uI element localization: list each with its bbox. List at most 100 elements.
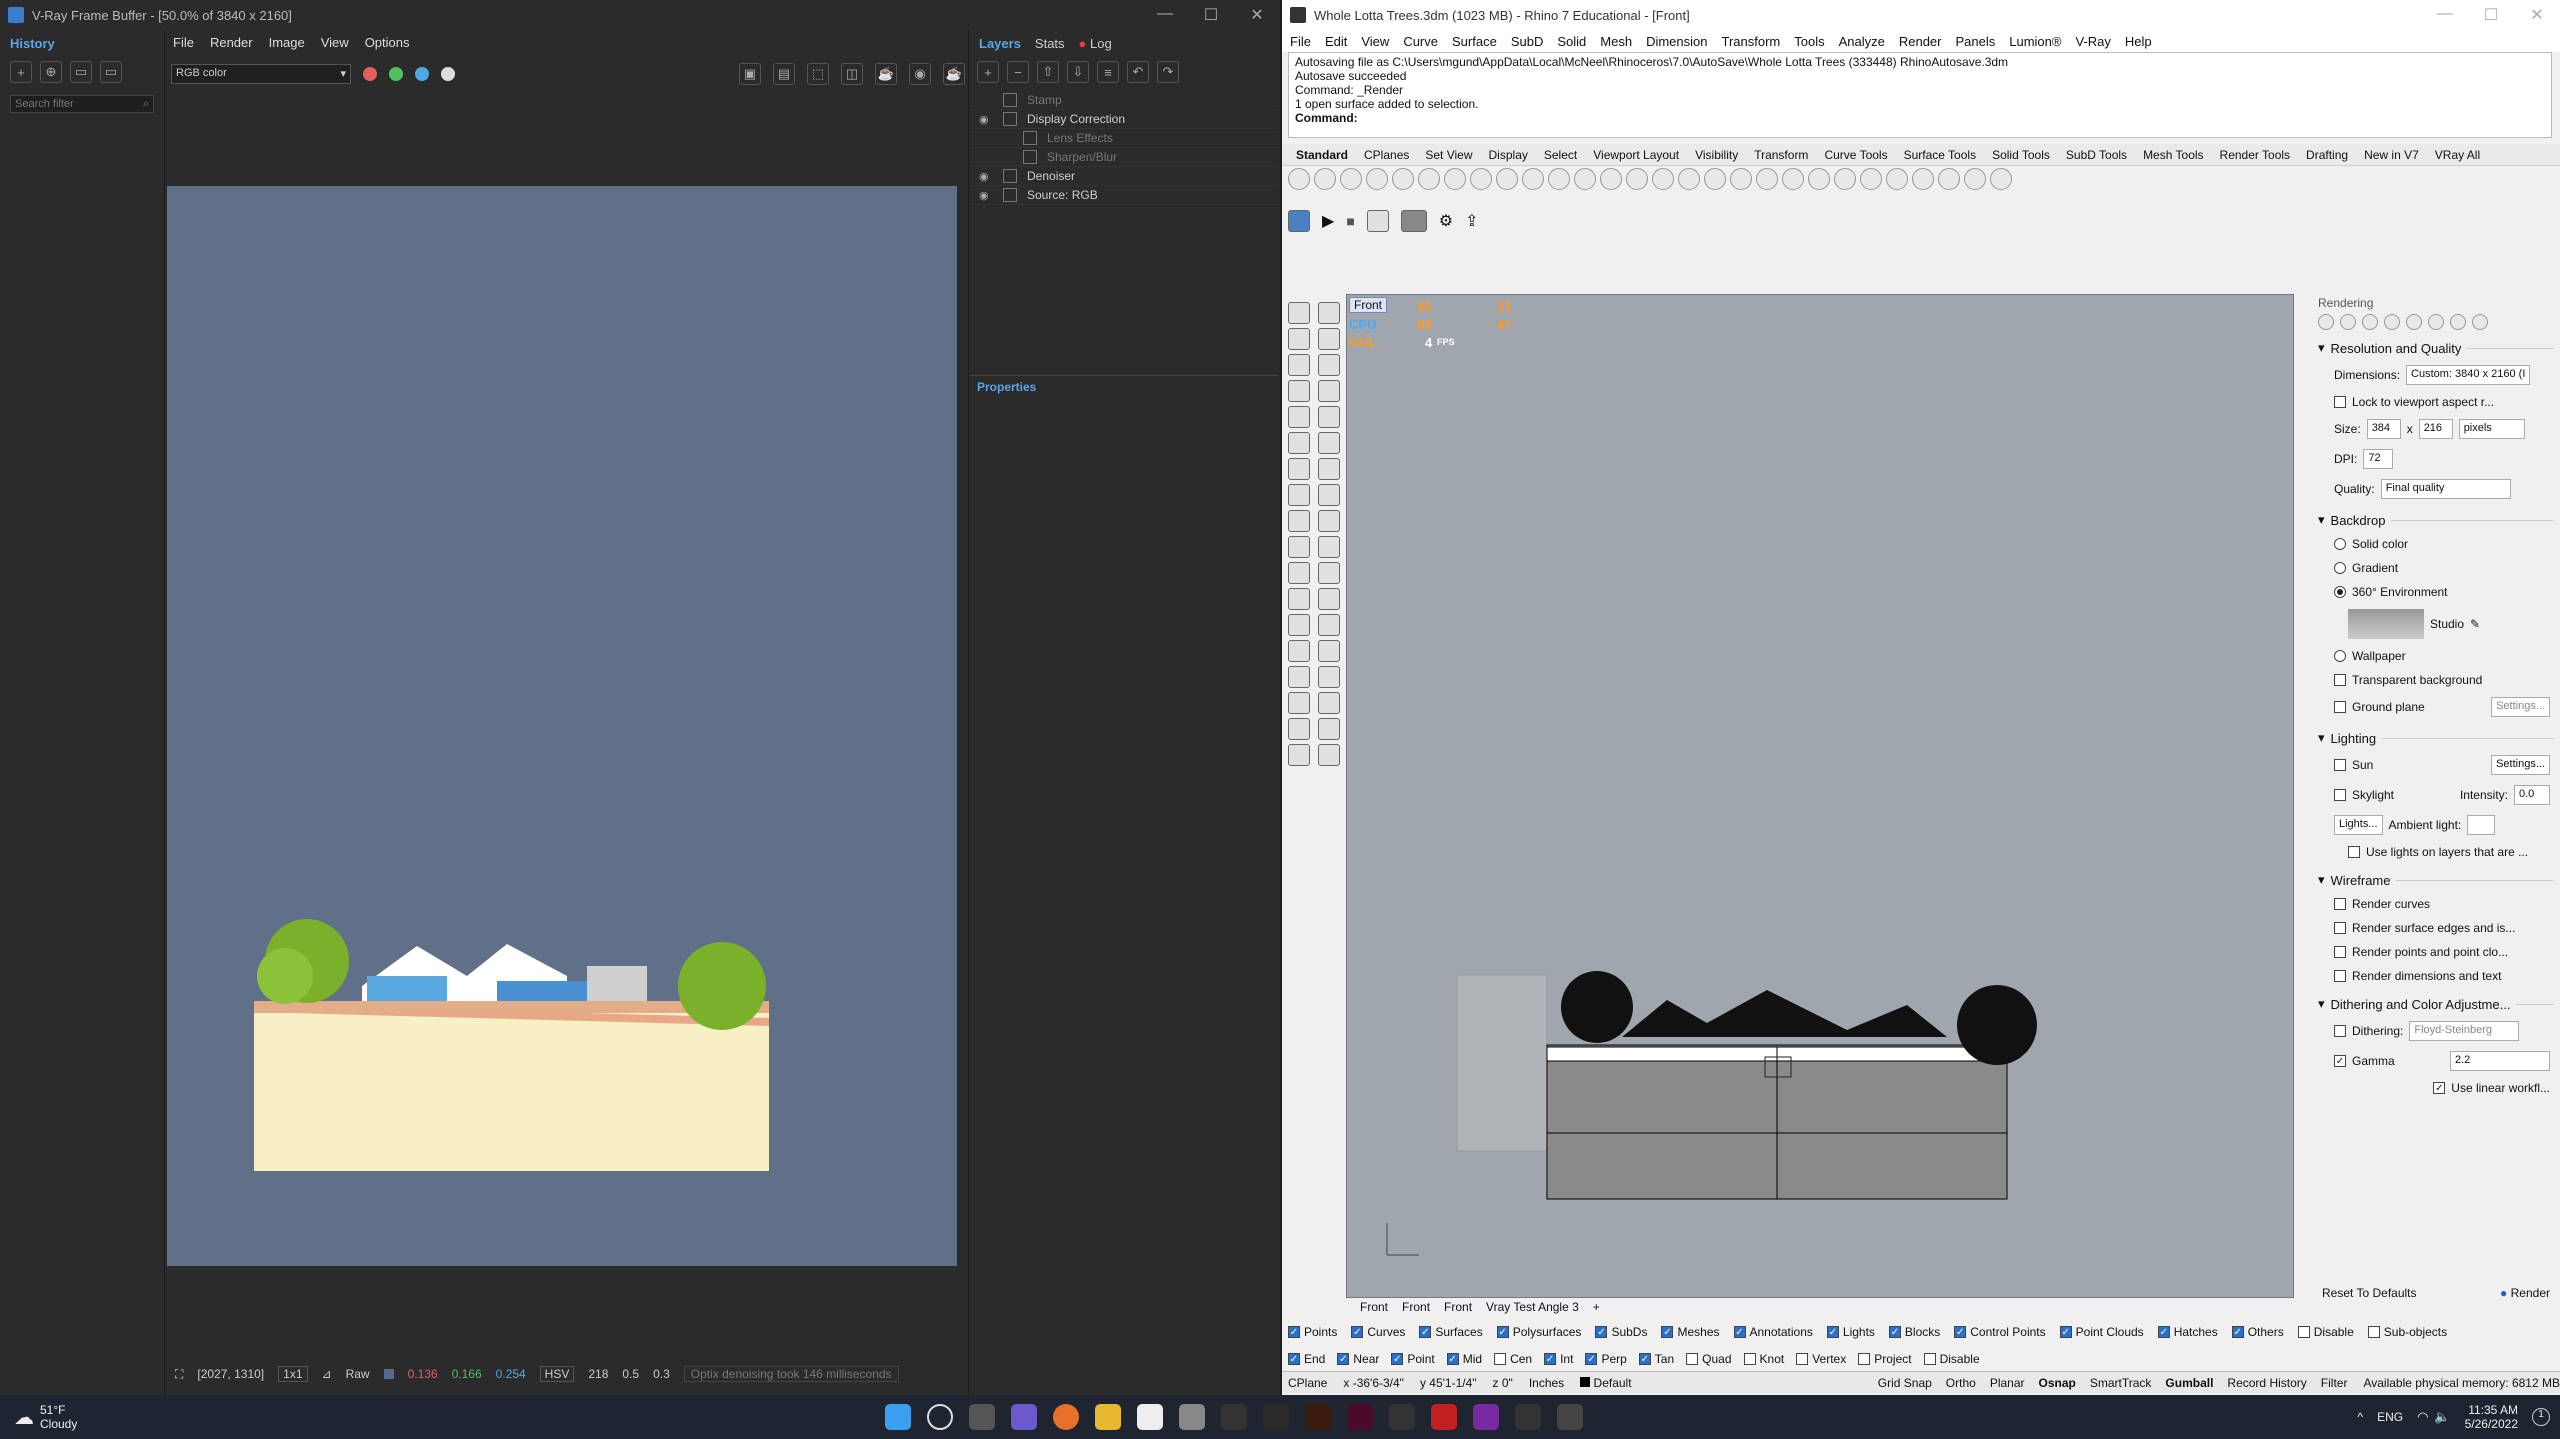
tool-icon[interactable] bbox=[1288, 614, 1310, 636]
tool-icon[interactable] bbox=[1418, 168, 1440, 190]
filter-item[interactable]: ✓ Hatches bbox=[2157, 1325, 2218, 1339]
lights-button[interactable]: Lights... bbox=[2334, 815, 2383, 835]
filter-checkbox[interactable]: ✓ bbox=[2059, 1326, 2072, 1338]
viewport-tab[interactable]: Front bbox=[1402, 1300, 1430, 1314]
tool-icon[interactable] bbox=[1318, 744, 1340, 766]
rhino-close-icon[interactable]: ✕ bbox=[2514, 5, 2560, 25]
osnap-item[interactable]: Disable bbox=[1923, 1352, 1980, 1366]
filter-checkbox[interactable]: ✓ bbox=[1954, 1326, 1967, 1338]
tool-icon[interactable] bbox=[1470, 168, 1492, 190]
blue-channel-icon[interactable] bbox=[415, 67, 429, 81]
vray-settings-icon[interactable]: ⚙ bbox=[1439, 211, 1453, 231]
filter-checkbox[interactable]: ✓ bbox=[1888, 1326, 1901, 1338]
rhino-menu-item[interactable]: Curve bbox=[1403, 34, 1438, 49]
tool-icon[interactable] bbox=[1288, 354, 1310, 376]
tab-stats[interactable]: Stats bbox=[1035, 36, 1065, 51]
rhino-menu-item[interactable]: Render bbox=[1899, 34, 1942, 49]
toolbar-tab[interactable]: New in V7 bbox=[2364, 148, 2419, 162]
layer-list-icon[interactable]: ≡ bbox=[1097, 61, 1119, 83]
rhino-maximize-icon[interactable]: ☐ bbox=[2468, 5, 2514, 25]
filter-checkbox[interactable]: ✓ bbox=[1288, 1326, 1300, 1338]
section-backdrop[interactable]: ▾ Backdrop bbox=[2312, 504, 2560, 532]
sun-checkbox[interactable] bbox=[2334, 759, 2346, 771]
section-dithering[interactable]: ▾ Dithering and Color Adjustme... bbox=[2312, 988, 2560, 1016]
vfb-menu-render[interactable]: Render bbox=[210, 35, 253, 50]
rhino-menu-item[interactable]: Tools bbox=[1794, 34, 1824, 49]
filter-checkbox[interactable]: ✓ bbox=[1419, 1326, 1432, 1338]
minimize-icon[interactable]: — bbox=[1142, 5, 1188, 25]
rhino-menu-item[interactable]: Solid bbox=[1557, 34, 1586, 49]
osnap-checkbox[interactable]: ✓ bbox=[1337, 1353, 1350, 1365]
history-delete-icon[interactable]: ▭ bbox=[100, 61, 122, 83]
render-interactive-icon[interactable] bbox=[1366, 210, 1389, 232]
osnap-checkbox[interactable]: ✓ bbox=[1288, 1353, 1300, 1365]
tool-icon[interactable] bbox=[1318, 406, 1340, 428]
tool-icon[interactable] bbox=[1318, 458, 1340, 480]
front-viewport[interactable]: Front 46 21 CPU 69 47 OGL 4 FPS bbox=[1346, 294, 2294, 1298]
app5-taskbar-icon[interactable] bbox=[1557, 1404, 1584, 1430]
firefox-icon[interactable] bbox=[1053, 1404, 1080, 1430]
dithering-select[interactable]: Floyd-Steinberg bbox=[2409, 1021, 2520, 1041]
rhino-menu-item[interactable]: View bbox=[1361, 34, 1389, 49]
filter-item[interactable]: ✓ Curves bbox=[1351, 1325, 1405, 1339]
red-channel-icon[interactable] bbox=[363, 67, 377, 81]
tool-icon[interactable] bbox=[1444, 168, 1466, 190]
layer-row[interactable]: ◉ Source: RGB bbox=[969, 186, 1278, 205]
rhino-menu-item[interactable]: Edit bbox=[1325, 34, 1347, 49]
filter-checkbox[interactable]: ✓ bbox=[1351, 1326, 1364, 1338]
ground-plane-checkbox[interactable] bbox=[2334, 701, 2346, 713]
toolbar-tab[interactable]: VRay All bbox=[2435, 148, 2480, 162]
wifi-icon[interactable]: ◠ bbox=[2417, 1409, 2428, 1425]
tool-icon[interactable] bbox=[1288, 328, 1310, 350]
tool-icon[interactable] bbox=[1318, 718, 1340, 740]
render-play-icon[interactable]: ▶ bbox=[1322, 211, 1334, 231]
osnap-item[interactable]: Project bbox=[1858, 1352, 1912, 1366]
skylight-checkbox[interactable] bbox=[2334, 789, 2346, 801]
tool-icon[interactable] bbox=[1288, 666, 1310, 688]
environment-icon[interactable] bbox=[2362, 314, 2378, 330]
textures-icon[interactable] bbox=[2384, 314, 2400, 330]
filter-item[interactable]: ✓ SubDs bbox=[1595, 1325, 1647, 1339]
tool-icon[interactable] bbox=[1366, 168, 1388, 190]
tool-icon[interactable] bbox=[1318, 562, 1340, 584]
eye-icon[interactable]: ◉ bbox=[979, 170, 993, 183]
rhino-menu-item[interactable]: SubD bbox=[1511, 34, 1544, 49]
illustrator-icon[interactable] bbox=[1305, 1404, 1332, 1430]
environment-radio[interactable] bbox=[2334, 586, 2346, 598]
tool-icon[interactable] bbox=[1288, 380, 1310, 402]
viewport-tab[interactable]: Front bbox=[1444, 1300, 1472, 1314]
undo-icon[interactable]: ↶ bbox=[1127, 61, 1149, 83]
render-dims-checkbox[interactable] bbox=[2334, 970, 2346, 982]
osnap-item[interactable]: Quad bbox=[1686, 1352, 1732, 1366]
app-taskbar-icon[interactable] bbox=[1179, 1404, 1206, 1430]
osnap-item[interactable]: Vertex bbox=[1796, 1352, 1846, 1366]
tool-icon[interactable] bbox=[1318, 484, 1340, 506]
pick-icon[interactable]: ⛶ bbox=[175, 1367, 183, 1382]
dimensions-select[interactable]: Custom: 3840 x 2160 (I bbox=[2406, 365, 2531, 385]
osnap-checkbox[interactable] bbox=[1686, 1353, 1699, 1365]
search-taskbar-icon[interactable] bbox=[927, 1404, 954, 1430]
tool-icon[interactable] bbox=[1288, 406, 1310, 428]
tool-icon[interactable] bbox=[1288, 562, 1310, 584]
save-image-icon[interactable]: ▣ bbox=[739, 63, 761, 85]
interactive-render-icon[interactable]: ◉ bbox=[909, 63, 931, 85]
filter-item[interactable]: ✓ Polysurfaces bbox=[1496, 1325, 1581, 1339]
tool-icon[interactable] bbox=[1288, 458, 1310, 480]
wallpaper-radio[interactable] bbox=[2334, 650, 2346, 662]
ground-plane-icon[interactable] bbox=[2428, 314, 2444, 330]
onenote-icon[interactable] bbox=[1473, 1404, 1500, 1430]
section-lighting[interactable]: ▾ Lighting bbox=[2312, 722, 2560, 750]
toolbar-tab[interactable]: Transform bbox=[1754, 148, 1808, 162]
osnap-checkbox[interactable]: ✓ bbox=[1391, 1353, 1404, 1365]
tool-icon[interactable] bbox=[1600, 168, 1622, 190]
tool-icon[interactable] bbox=[1318, 380, 1340, 402]
ambient-color-select[interactable] bbox=[2467, 815, 2496, 835]
tool-icon[interactable] bbox=[1288, 588, 1310, 610]
tool-icon[interactable] bbox=[1392, 168, 1414, 190]
tool-icon[interactable] bbox=[1318, 536, 1340, 558]
osnap-item[interactable]: ✓ End bbox=[1288, 1352, 1325, 1366]
vfb-menu-file[interactable]: File bbox=[173, 35, 194, 50]
render-edges-checkbox[interactable] bbox=[2334, 922, 2346, 934]
rhino-minimize-icon[interactable]: — bbox=[2422, 5, 2468, 25]
status-toggle[interactable]: Gumball bbox=[2165, 1376, 2213, 1390]
